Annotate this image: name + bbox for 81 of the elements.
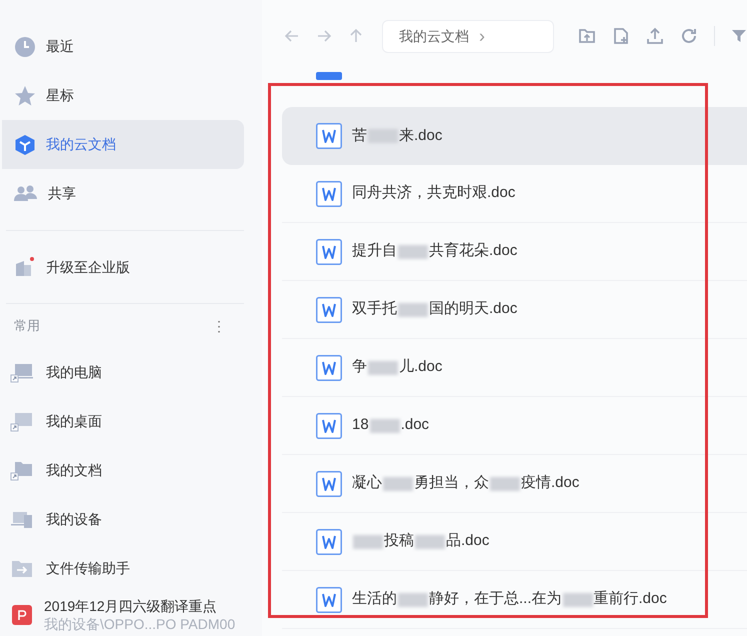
presentation-file-icon (12, 605, 32, 625)
file-name: 投稿 (384, 531, 414, 552)
redaction-blur (490, 476, 520, 490)
clock-icon (14, 36, 36, 58)
filter-icon[interactable] (731, 28, 747, 44)
nav-item[interactable]: 我的云文档 (2, 120, 244, 169)
redaction-blur (398, 244, 428, 258)
folder-upload-icon[interactable] (578, 27, 596, 45)
redaction-blur (415, 534, 445, 548)
recent-file-path: 我的设备\OPPO...PO PADM00 (44, 615, 236, 633)
back-arrow-icon[interactable] (284, 28, 300, 44)
breadcrumb-field[interactable]: 我的云文档 › (382, 20, 554, 52)
word-document-icon (316, 238, 342, 264)
file-row[interactable]: 18 .doc (282, 397, 747, 455)
chevron-right-icon: › (479, 22, 485, 50)
file-row[interactable]: 苦 来.doc (282, 107, 747, 165)
refresh-icon[interactable] (680, 27, 698, 45)
redaction-blur (562, 592, 593, 606)
file-name: 争 (352, 357, 367, 378)
file-name: 重前行.doc (594, 589, 667, 610)
file-name: 凝心 (352, 473, 382, 494)
word-document-icon (316, 123, 342, 149)
cube-icon (14, 134, 36, 156)
file-row[interactable]: 生活的 静好，在于总...在为 重前行.doc (282, 571, 747, 629)
word-document-icon (316, 528, 342, 554)
file-row[interactable]: 争 儿.doc (282, 339, 747, 397)
file-name: 同舟共济，共克时艰.doc (352, 183, 516, 204)
file-name: 18 (352, 415, 369, 436)
file-name: 苦 (352, 126, 367, 146)
nav-item[interactable]: 最近 (2, 22, 244, 71)
star-icon (14, 84, 36, 106)
redaction-blur (353, 534, 383, 548)
file-name: 疫情.doc (521, 473, 580, 494)
nav-item[interactable]: 共享 (2, 169, 244, 218)
word-document-icon (316, 586, 342, 612)
redaction-blur (383, 476, 413, 490)
word-document-icon (316, 470, 342, 496)
shortcut-item[interactable]: 我的文档 (2, 446, 244, 495)
upload-icon[interactable] (646, 27, 664, 45)
word-document-icon (316, 180, 342, 206)
up-arrow-icon[interactable] (348, 28, 364, 44)
recent-file-title: 2019年12月四六级翻译重点 (44, 597, 218, 615)
building-icon (14, 256, 36, 278)
forward-arrow-icon[interactable] (316, 28, 332, 44)
shortcut-item[interactable]: 我的桌面 (2, 397, 244, 446)
file-row[interactable]: 同舟共济，共克时艰.doc (282, 165, 747, 223)
upgrade-item[interactable]: 升级至企业版 (2, 231, 244, 303)
shortcut-item[interactable]: 文件传输助手 (2, 544, 244, 593)
file-row[interactable]: 提升自 共育花朵.doc (282, 223, 747, 281)
redaction-blur (370, 418, 400, 432)
file-row[interactable]: 双手托 国的明天.doc (282, 281, 747, 339)
shortcut-item[interactable]: 我的电脑 (2, 348, 244, 397)
more-menu-button[interactable]: ⋮ (212, 319, 226, 333)
computer-shortcut-icon (10, 362, 34, 384)
file-row[interactable]: 凝心 勇担当，众 疫情.doc (282, 455, 747, 513)
desktop-shortcut-icon (10, 410, 34, 432)
file-name: 品.doc (446, 531, 490, 552)
redaction-blur (398, 302, 428, 316)
redaction-blur (368, 360, 398, 374)
file-name: 国的明天.doc (429, 299, 518, 320)
file-name: 儿.doc (399, 357, 442, 378)
new-file-icon[interactable] (612, 27, 630, 45)
folder-shortcut-icon (10, 460, 34, 482)
file-name: 生活的 (352, 589, 397, 610)
word-document-icon (316, 354, 342, 380)
word-document-icon (316, 296, 342, 322)
file-name: .doc (400, 415, 430, 436)
file-name: 共育花朵.doc (429, 241, 518, 262)
file-name: 提升自 (352, 241, 397, 262)
file-name: 静好，在于总...在为 (429, 589, 562, 610)
file-name: 勇担当，众 (414, 473, 489, 494)
file-name: 来.doc (399, 126, 442, 146)
recent-file-item[interactable]: 2019年12月四六级翻译重点 我的设备\OPPO...PO PADM00 (2, 593, 244, 633)
section-title: 常用 (14, 317, 40, 336)
redaction-blur (368, 129, 398, 143)
word-document-icon (316, 412, 342, 438)
file-name: 双手托 (352, 299, 397, 320)
redaction-blur (398, 592, 428, 606)
file-row[interactable]: 投稿 品.doc (282, 513, 747, 571)
nav-item[interactable]: 星标 (2, 71, 244, 120)
shortcut-item[interactable]: 我的设备 (2, 495, 244, 544)
